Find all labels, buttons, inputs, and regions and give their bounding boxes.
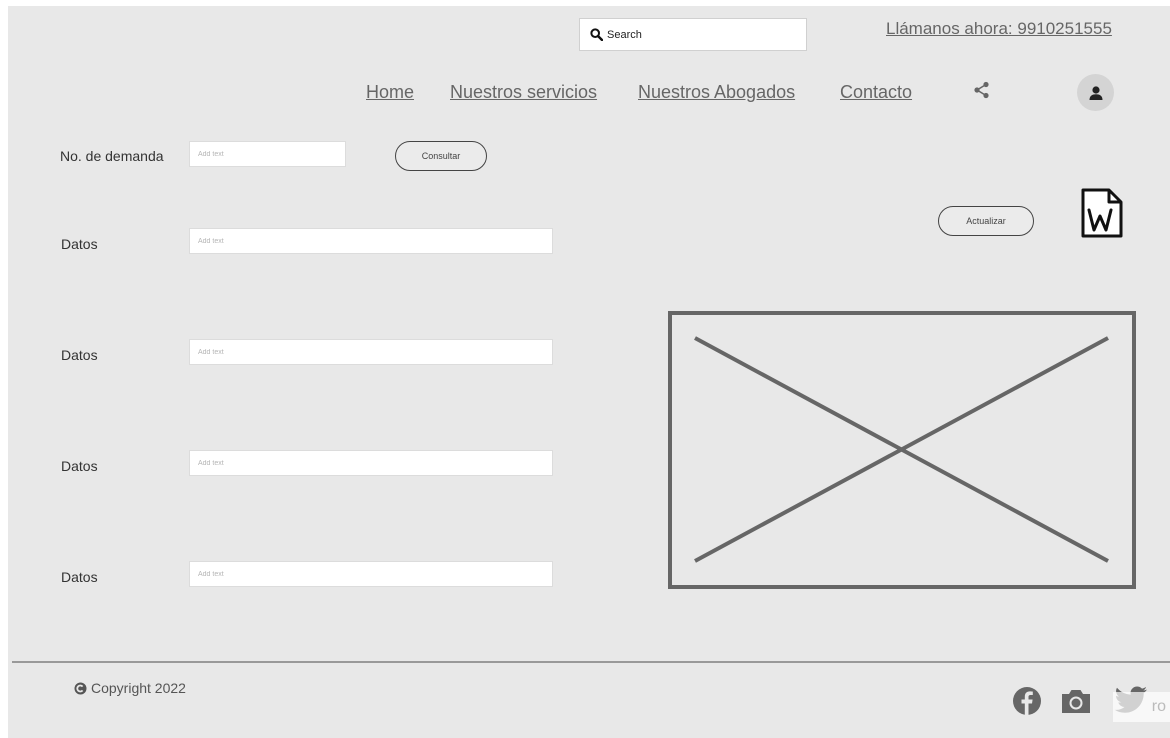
data-input[interactable] [189, 450, 553, 476]
user-icon [1089, 85, 1102, 100]
watermark: ro [1113, 692, 1170, 722]
nav-lawyers[interactable]: Nuestros Abogados [638, 82, 795, 103]
copyright: Copyright 2022 [74, 680, 186, 696]
image-placeholder [668, 311, 1136, 589]
share-button[interactable] [973, 81, 991, 104]
search-box[interactable]: Search [579, 18, 807, 51]
facebook-link[interactable] [1012, 686, 1042, 721]
nav-home[interactable]: Home [366, 82, 414, 103]
word-document-button[interactable] [1080, 188, 1124, 243]
facebook-icon [1013, 687, 1041, 715]
nav-services[interactable]: Nuestros servicios [450, 82, 597, 103]
update-button[interactable]: Actualizar [938, 206, 1034, 236]
avatar[interactable] [1077, 74, 1114, 111]
word-document-icon [1081, 188, 1123, 238]
call-now-link[interactable]: Llámanos ahora: 9910251555 [886, 19, 1112, 39]
data-label: Datos [61, 236, 98, 252]
data-label: Datos [61, 569, 98, 585]
data-input[interactable] [189, 228, 553, 254]
data-label: Datos [61, 347, 98, 363]
watermark-text: ro [1151, 698, 1166, 715]
camera-link[interactable] [1060, 687, 1092, 720]
demand-number-input[interactable] [189, 141, 346, 167]
data-label: Datos [61, 458, 98, 474]
share-icon [974, 81, 989, 99]
copyright-icon [74, 682, 87, 694]
footer-divider [12, 661, 1170, 663]
nav-contact[interactable]: Contacto [840, 82, 912, 103]
camera-icon [1062, 690, 1090, 713]
copyright-text: Copyright 2022 [91, 680, 186, 696]
data-input[interactable] [189, 561, 553, 587]
search-icon [590, 28, 603, 41]
consult-button[interactable]: Consultar [395, 141, 487, 171]
search-placeholder[interactable]: Search [607, 29, 642, 41]
demand-number-label: No. de demanda [60, 148, 164, 164]
data-input[interactable] [189, 339, 553, 365]
